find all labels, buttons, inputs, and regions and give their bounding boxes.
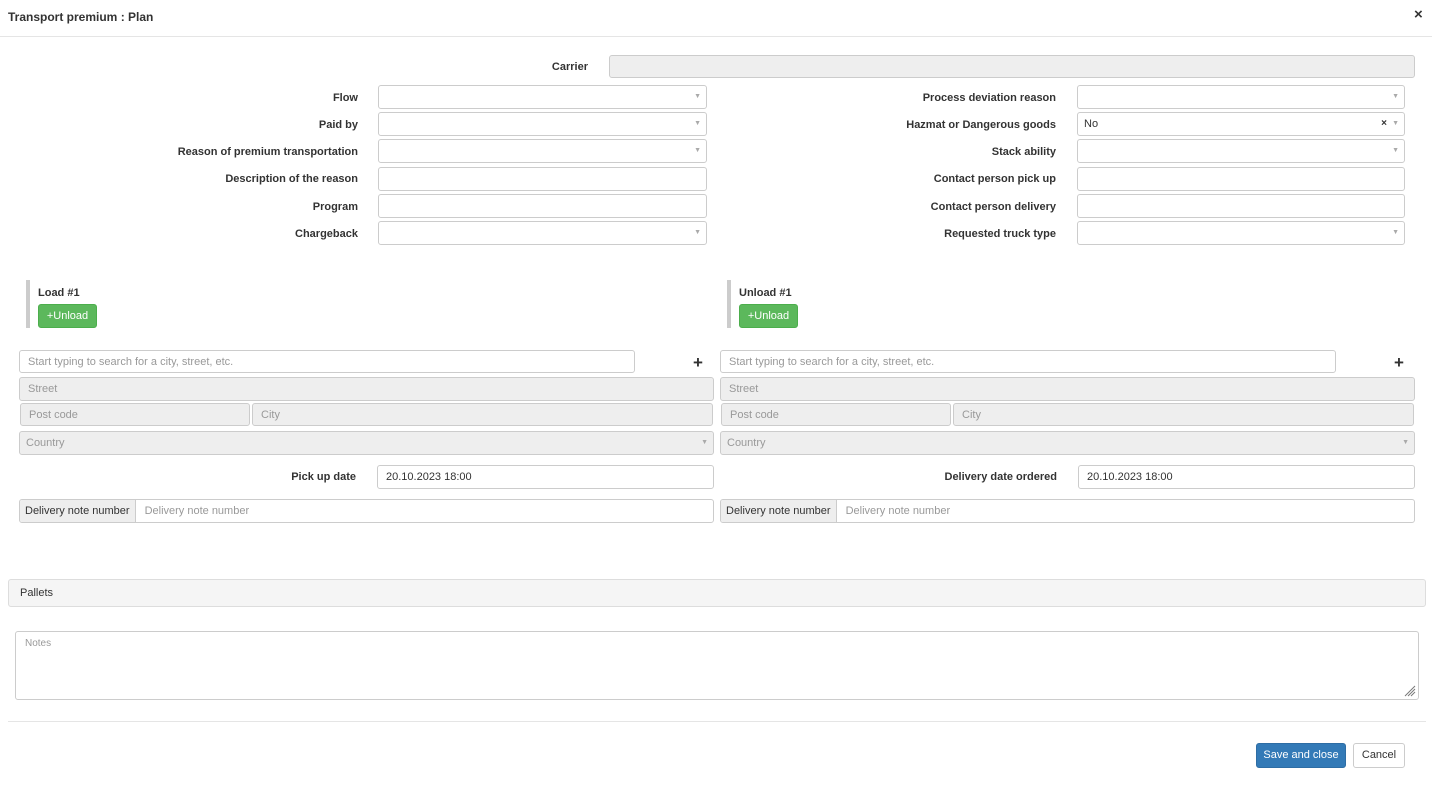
load-delivery-note-group[interactable]: Delivery note number Delivery note numbe…	[19, 499, 714, 523]
carrier-field	[609, 55, 1415, 78]
flow-label: Flow	[332, 92, 358, 104]
footer-divider	[8, 721, 1426, 722]
pickup-date-input[interactable]: 20.10.2023 18:00	[377, 465, 714, 489]
load-section-bar	[26, 280, 30, 328]
hazmat-value: No	[1084, 118, 1099, 130]
contact-delivery-label: Contact person delivery	[930, 201, 1056, 213]
paid-by-select[interactable]: ▼	[378, 112, 707, 136]
chevron-down-icon: ▼	[1402, 439, 1409, 446]
contact-delivery-input[interactable]	[1077, 194, 1405, 218]
chevron-down-icon: ▼	[701, 439, 708, 446]
resize-handle-icon[interactable]	[1404, 685, 1416, 697]
chargeback-select[interactable]: ▼	[378, 221, 707, 245]
contact-pickup-input[interactable]	[1077, 167, 1405, 191]
unload-street-field: Street	[720, 377, 1415, 401]
chevron-down-icon: ▼	[1392, 120, 1399, 127]
unload-delivery-note-input[interactable]: Delivery note number	[837, 500, 960, 522]
carrier-label: Carrier	[551, 61, 588, 73]
flow-select[interactable]: ▼	[378, 85, 707, 109]
unload-title: Unload #1	[739, 287, 792, 299]
unload-section-bar	[727, 280, 731, 328]
header-divider	[0, 36, 1432, 37]
description-label: Description of the reason	[225, 173, 358, 185]
contact-pickup-label: Contact person pick up	[933, 173, 1056, 185]
chevron-down-icon: ▼	[694, 93, 701, 100]
load-delivery-note-input[interactable]: Delivery note number	[136, 500, 259, 522]
chevron-down-icon: ▼	[694, 147, 701, 154]
truck-type-label: Requested truck type	[944, 228, 1056, 240]
load-add-icon[interactable]: +	[693, 354, 703, 371]
cancel-button[interactable]: Cancel	[1353, 743, 1405, 768]
stack-ability-select[interactable]: ▼	[1077, 139, 1405, 163]
delivery-date-input[interactable]: 20.10.2023 18:00	[1078, 465, 1415, 489]
load-delivery-note-addon: Delivery note number	[20, 500, 136, 522]
paid-by-label: Paid by	[318, 119, 358, 131]
unload-add-icon[interactable]: +	[1394, 354, 1404, 371]
program-label: Program	[312, 201, 358, 213]
save-and-close-button[interactable]: Save and close	[1256, 743, 1346, 768]
process-deviation-select[interactable]: ▼	[1077, 85, 1405, 109]
notes-textarea[interactable]: Notes	[15, 631, 1419, 700]
delivery-date-label: Delivery date ordered	[944, 471, 1058, 483]
reason-label: Reason of premium transportation	[177, 146, 358, 158]
load-search-input[interactable]: Start typing to search for a city, stree…	[19, 350, 635, 373]
chevron-down-icon: ▼	[1392, 93, 1399, 100]
load-country-select: Country ▼	[19, 431, 714, 455]
unload-search-input[interactable]: Start typing to search for a city, stree…	[720, 350, 1336, 373]
process-deviation-label: Process deviation reason	[922, 92, 1056, 104]
unload-country-select: Country ▼	[720, 431, 1415, 455]
pickup-date-label: Pick up date	[291, 471, 356, 483]
chevron-down-icon: ▼	[694, 120, 701, 127]
pallets-title: Pallets	[20, 587, 54, 599]
chargeback-label: Chargeback	[295, 228, 358, 240]
dialog-title: Transport premium : Plan	[8, 10, 154, 24]
load-street-field: Street	[19, 377, 714, 401]
unload-postcode-field: Post code	[721, 403, 951, 426]
unload-delivery-note-group[interactable]: Delivery note number Delivery note numbe…	[720, 499, 1415, 523]
hazmat-select[interactable]: No × ▼	[1077, 112, 1405, 136]
unload-delivery-note-addon: Delivery note number	[721, 500, 837, 522]
program-input[interactable]	[378, 194, 707, 218]
unload-add-unload-button[interactable]: +Unload	[739, 304, 798, 328]
description-input[interactable]	[378, 167, 707, 191]
clear-icon[interactable]: ×	[1381, 113, 1387, 135]
close-icon[interactable]: ×	[1414, 7, 1423, 23]
load-add-unload-button[interactable]: +Unload	[38, 304, 97, 328]
unload-city-field: City	[953, 403, 1414, 426]
load-postcode-field: Post code	[20, 403, 250, 426]
reason-select[interactable]: ▼	[378, 139, 707, 163]
chevron-down-icon: ▼	[1392, 229, 1399, 236]
hazmat-label: Hazmat or Dangerous goods	[906, 119, 1056, 131]
stack-ability-label: Stack ability	[991, 146, 1056, 158]
truck-type-select[interactable]: ▼	[1077, 221, 1405, 245]
pallets-panel[interactable]: Pallets	[8, 579, 1426, 607]
load-city-field: City	[252, 403, 713, 426]
load-title: Load #1	[38, 287, 80, 299]
chevron-down-icon: ▼	[1392, 147, 1399, 154]
chevron-down-icon: ▼	[694, 229, 701, 236]
